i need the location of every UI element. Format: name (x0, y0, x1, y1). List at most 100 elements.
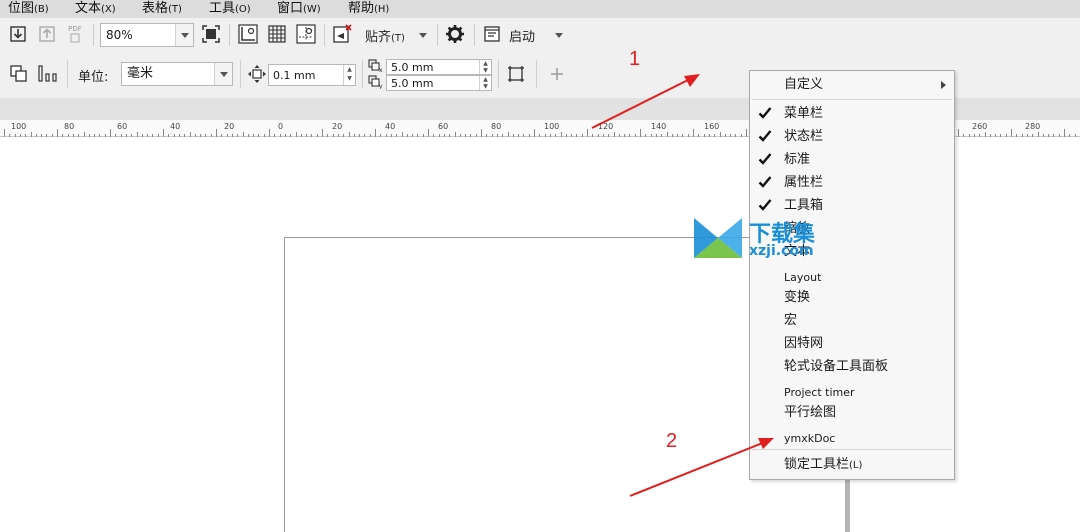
chevron-down-icon (219, 71, 228, 77)
show-rulers-button[interactable] (237, 23, 259, 45)
ruler-label: 0 (278, 122, 284, 131)
menu-item-label: Project timer (784, 386, 855, 399)
standard-toolbar: PDF 80% 贴齐(T) 启动 (0, 18, 1080, 50)
ruler-label: 20 (224, 122, 235, 131)
menu-item-toolbar-9[interactable]: 宏 (750, 310, 954, 332)
ruler-label: 60 (438, 122, 449, 131)
zoom-level-combo[interactable]: 80% (100, 23, 194, 47)
ruler-icon (238, 24, 258, 44)
add-button[interactable] (546, 63, 568, 85)
snap-off-icon (333, 24, 352, 43)
duplicate-y-icon: y (368, 75, 383, 89)
checkmark-icon (758, 153, 772, 165)
export-button[interactable] (36, 23, 58, 45)
ruler-label: 100 (544, 122, 560, 131)
chevron-down-icon (180, 32, 189, 38)
import-button[interactable] (7, 23, 29, 45)
ruler-label: 140 (651, 122, 667, 131)
duplicate-y-stepper[interactable]: ▲ ▼ (479, 76, 491, 90)
full-screen-button[interactable] (200, 23, 222, 45)
ruler-tick (428, 129, 429, 137)
menu-item-lock-toolbars[interactable]: 锁定工具栏(L) (750, 454, 954, 476)
align-bars-button[interactable] (37, 63, 59, 85)
separator (536, 60, 537, 88)
ruler-label: 260 (972, 122, 988, 131)
page-frame-button[interactable] (505, 63, 527, 85)
snap-to-menu[interactable]: 贴齐(T) (365, 26, 405, 45)
duplicate-x-value: 5.0 mm (391, 61, 434, 74)
menu-item-toolbar-0[interactable]: 菜单栏 (750, 103, 954, 125)
launcher-icon (484, 26, 500, 42)
ruler-tick (57, 129, 58, 137)
menu-window[interactable]: 窗口(W) (277, 0, 321, 18)
treat-as-filled-button[interactable] (8, 63, 30, 85)
duplicate-distance-y-field[interactable]: 5.0 mm ▲ ▼ (386, 75, 492, 91)
options-button[interactable] (444, 23, 466, 45)
chevron-down-icon[interactable] (555, 33, 563, 38)
plus-icon (551, 68, 563, 80)
ruler-tick (322, 129, 323, 137)
customize-label: 自定义 (784, 77, 824, 92)
menu-table[interactable]: 表格(T) (142, 0, 182, 18)
full-screen-icon (202, 25, 220, 43)
checkmark-icon (758, 176, 772, 188)
menu-item-label: 宏 (784, 313, 798, 328)
guidelines-icon (296, 24, 316, 44)
menu-text[interactable]: 文本(X) (75, 0, 116, 18)
menu-item-toolbar-12[interactable]: Project timer (750, 380, 954, 402)
gear-icon (446, 25, 464, 43)
units-combo[interactable]: 毫米 (121, 62, 233, 86)
menu-item-toolbar-3[interactable]: 属性栏 (750, 172, 954, 194)
ruler-tick (110, 129, 111, 137)
zoom-level-value: 80% (106, 28, 133, 42)
menu-item-customize[interactable]: 自定义 (750, 74, 954, 96)
duplicate-x-icon-box: x (367, 59, 385, 73)
menu-help[interactable]: 帮助(H) (348, 0, 389, 18)
ruler-tick (587, 129, 588, 137)
menu-item-toolbar-11[interactable]: 轮式设备工具面板 (750, 356, 954, 378)
menu-item-toolbar-14[interactable]: ymxkDoc (750, 426, 954, 448)
nudge-stepper[interactable]: ▲ ▼ (343, 65, 355, 85)
menu-item-toolbar-8[interactable]: 变换 (750, 287, 954, 309)
zoom-dropdown-arrow[interactable] (175, 24, 193, 46)
ruler-label: 20 (332, 122, 343, 131)
units-dropdown-arrow[interactable] (214, 63, 232, 85)
checkmark-icon (758, 130, 772, 142)
menu-item-toolbar-13[interactable]: 平行绘图 (750, 402, 954, 424)
lock-toolbars-label: 锁定工具栏 (784, 457, 850, 472)
separator (437, 24, 438, 46)
publish-pdf-button[interactable]: PDF (64, 23, 86, 45)
nudge-distance-value: 0.1 mm (273, 69, 316, 82)
menu-item-label: 工具箱 (784, 198, 824, 213)
menu-item-toolbar-10[interactable]: 因特网 (750, 333, 954, 355)
menu-tools[interactable]: 工具(O) (209, 0, 251, 18)
menu-item-toolbar-7[interactable]: Layout (750, 265, 954, 287)
menu-item-toolbar-2[interactable]: 标准 (750, 149, 954, 171)
nudge-distance-field[interactable]: 0.1 mm ▲ ▼ (268, 64, 356, 86)
snap-off-button[interactable] (331, 23, 353, 45)
duplicate-x-stepper[interactable]: ▲ ▼ (479, 60, 491, 74)
toolbar-context-menu: 自定义 锁定工具栏(L) 菜单栏 状态栏 标准 属性栏 工具箱 缩放 文本 Layout 变换宏… (749, 70, 955, 480)
show-grid-button[interactable] (266, 23, 288, 45)
menu-item-label: 因特网 (784, 336, 824, 351)
duplicate-distance-x-field[interactable]: 5.0 mm ▲ ▼ (386, 59, 492, 75)
application-launcher-button[interactable] (481, 23, 503, 45)
menu-separator (752, 99, 952, 100)
menu-item-toolbar-1[interactable]: 状态栏 (750, 126, 954, 148)
import-icon (10, 26, 26, 42)
ruler-tick (693, 129, 694, 137)
chevron-down-icon[interactable] (419, 33, 427, 38)
separator (229, 24, 230, 46)
grid-icon (268, 25, 286, 43)
launch-label[interactable]: 启动 (509, 26, 535, 45)
ruler-label: 80 (491, 122, 502, 131)
show-guidelines-button[interactable] (295, 23, 317, 45)
menu-separator (752, 449, 952, 450)
menu-item-label: 标准 (784, 152, 811, 167)
ruler-label: 40 (385, 122, 396, 131)
menu-item-toolbar-4[interactable]: 工具箱 (750, 195, 954, 217)
duplicate-y-icon-box: y (367, 75, 385, 89)
menu-bar: 位图(B) 文本(X) 表格(T) 工具(O) 窗口(W) 帮助(H) (0, 0, 1080, 18)
menu-bitmap[interactable]: 位图(B) (8, 0, 49, 18)
menu-item-label: 轮式设备工具面板 (784, 359, 889, 374)
